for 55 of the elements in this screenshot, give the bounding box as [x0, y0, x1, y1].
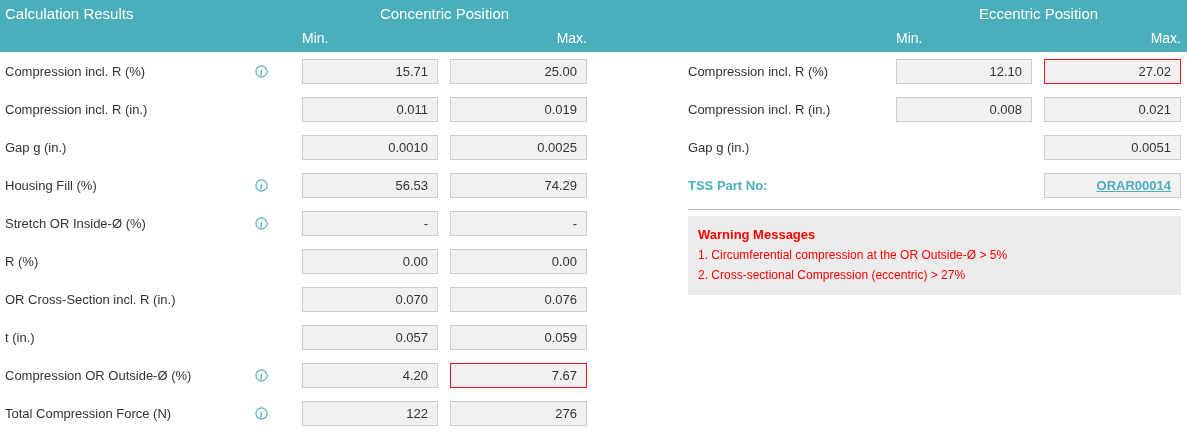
value-field: 56.53 — [302, 172, 438, 198]
info-icon[interactable] — [255, 64, 268, 78]
value-field: 7.67 — [450, 362, 587, 388]
value-field: 4.20 — [302, 362, 438, 388]
value-field: 0.011 — [302, 96, 438, 122]
row-label: Compression incl. R (%) — [4, 63, 147, 79]
value-field: 0.057 — [302, 324, 438, 350]
value-field: 15.71 — [302, 58, 438, 84]
value-field: 0.00 — [450, 248, 587, 274]
column-header: Min. — [302, 30, 329, 46]
column-group-title: Concentric Position — [378, 5, 511, 22]
value-field: 25.00 — [450, 58, 587, 84]
row-label: Stretch OR Inside-Ø (%) — [4, 215, 147, 231]
value-field: 122 — [302, 400, 438, 426]
column-header: Max. — [555, 30, 587, 46]
part-number-link[interactable]: ORAR00014 — [1096, 177, 1171, 193]
row-label: Housing Fill (%) — [4, 177, 98, 193]
value-field: - — [450, 210, 587, 236]
value-field: 0.070 — [302, 286, 438, 312]
row-label: TSS Part No: — [688, 177, 769, 193]
value-field: 0.0025 — [450, 134, 587, 160]
value-field: 0.0010 — [302, 134, 438, 160]
value-field: 0.019 — [450, 96, 587, 122]
warning-message: 2. Cross-sectional Compression (eccentric) > 27% — [698, 267, 967, 284]
value-field: 27.02 — [1044, 58, 1181, 84]
info-icon[interactable] — [255, 216, 268, 230]
value-field: 74.29 — [450, 172, 587, 198]
row-label: Compression incl. R (in.) — [688, 101, 832, 117]
column-header: Min. — [896, 30, 923, 46]
row-label: Gap g (in.) — [688, 139, 751, 155]
section-title: Calculation Results — [5, 5, 134, 22]
value-field: - — [302, 210, 438, 236]
value-field: 0.059 — [450, 324, 587, 350]
value-field: 0.0051 — [1044, 134, 1181, 160]
row-label: Gap g (in.) — [4, 139, 68, 155]
column-header: Max. — [1149, 30, 1181, 46]
value-field: 0.00 — [302, 248, 438, 274]
column-group-title: Eccentric Position — [977, 5, 1100, 22]
row-label: Compression incl. R (%) — [688, 63, 830, 79]
row-label: t (in.) — [4, 329, 36, 345]
info-icon[interactable] — [255, 368, 268, 382]
value-field: 0.021 — [1044, 96, 1181, 122]
value-field: 12.10 — [896, 58, 1032, 84]
warning-message: 1. Circumferential compression at the OR Outside-Ø > 5% — [698, 247, 1009, 264]
warning-title: Warning Messages — [698, 227, 817, 242]
row-label: Compression incl. R (in.) — [4, 101, 149, 117]
row-label: R (%) — [4, 253, 40, 269]
value-field: 276 — [450, 400, 587, 426]
info-icon[interactable] — [255, 406, 268, 420]
row-label: Total Compression Force (N) — [4, 405, 173, 421]
value-field: 0.008 — [896, 96, 1032, 122]
value-field: 0.076 — [450, 286, 587, 312]
row-label: Compression OR Outside-Ø (%) — [4, 367, 193, 383]
row-label: OR Cross-Section incl. R (in.) — [4, 291, 177, 307]
info-icon[interactable] — [255, 178, 268, 192]
